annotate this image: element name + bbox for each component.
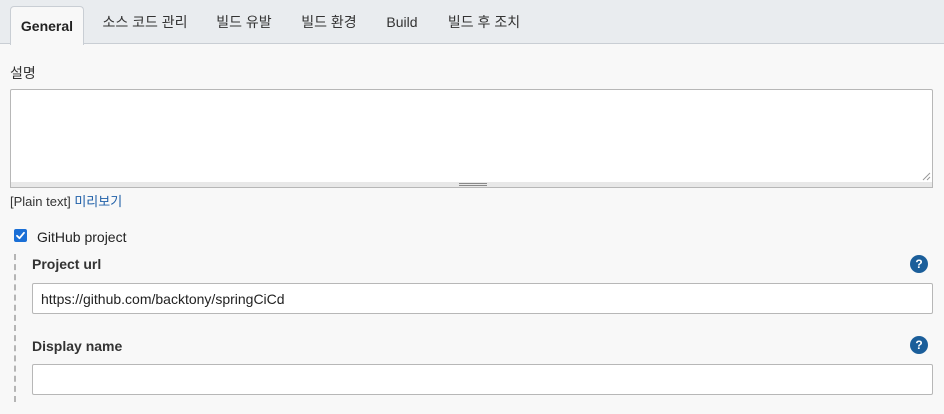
- tab-general[interactable]: General: [10, 6, 84, 45]
- github-project-checkbox[interactable]: [14, 229, 27, 242]
- tab-source-code-management[interactable]: 소스 코드 관리: [94, 0, 196, 44]
- markup-format-text: [Plain text]: [10, 194, 71, 209]
- config-tab-bar: General 소스 코드 관리 빌드 유발 빌드 환경 Build 빌드 후 …: [0, 0, 944, 45]
- preview-link[interactable]: 미리보기: [74, 194, 122, 209]
- tab-build[interactable]: Build: [376, 0, 428, 44]
- tab-post-build-actions[interactable]: 빌드 후 조치: [438, 0, 530, 44]
- project-url-input[interactable]: [32, 283, 933, 314]
- resize-corner-icon[interactable]: [922, 172, 931, 181]
- description-textarea[interactable]: [10, 89, 933, 184]
- project-url-help-icon[interactable]: ?: [910, 255, 928, 273]
- markup-format-line: [Plain text] 미리보기: [10, 191, 122, 210]
- checkmark-icon: [16, 231, 25, 240]
- display-name-label: Display name: [32, 338, 123, 354]
- github-project-label[interactable]: GitHub project: [37, 229, 126, 245]
- tab-build-environment[interactable]: 빌드 환경: [292, 0, 366, 44]
- description-label: 설명: [10, 65, 36, 81]
- project-url-label: Project url: [32, 256, 102, 272]
- tab-build-triggers[interactable]: 빌드 유발: [206, 0, 282, 44]
- display-name-input[interactable]: [32, 364, 933, 395]
- nested-section-rail: [14, 254, 16, 402]
- resize-grip-icon[interactable]: [459, 183, 487, 186]
- textarea-resize-bar[interactable]: [10, 182, 933, 188]
- display-name-help-icon[interactable]: ?: [910, 336, 928, 354]
